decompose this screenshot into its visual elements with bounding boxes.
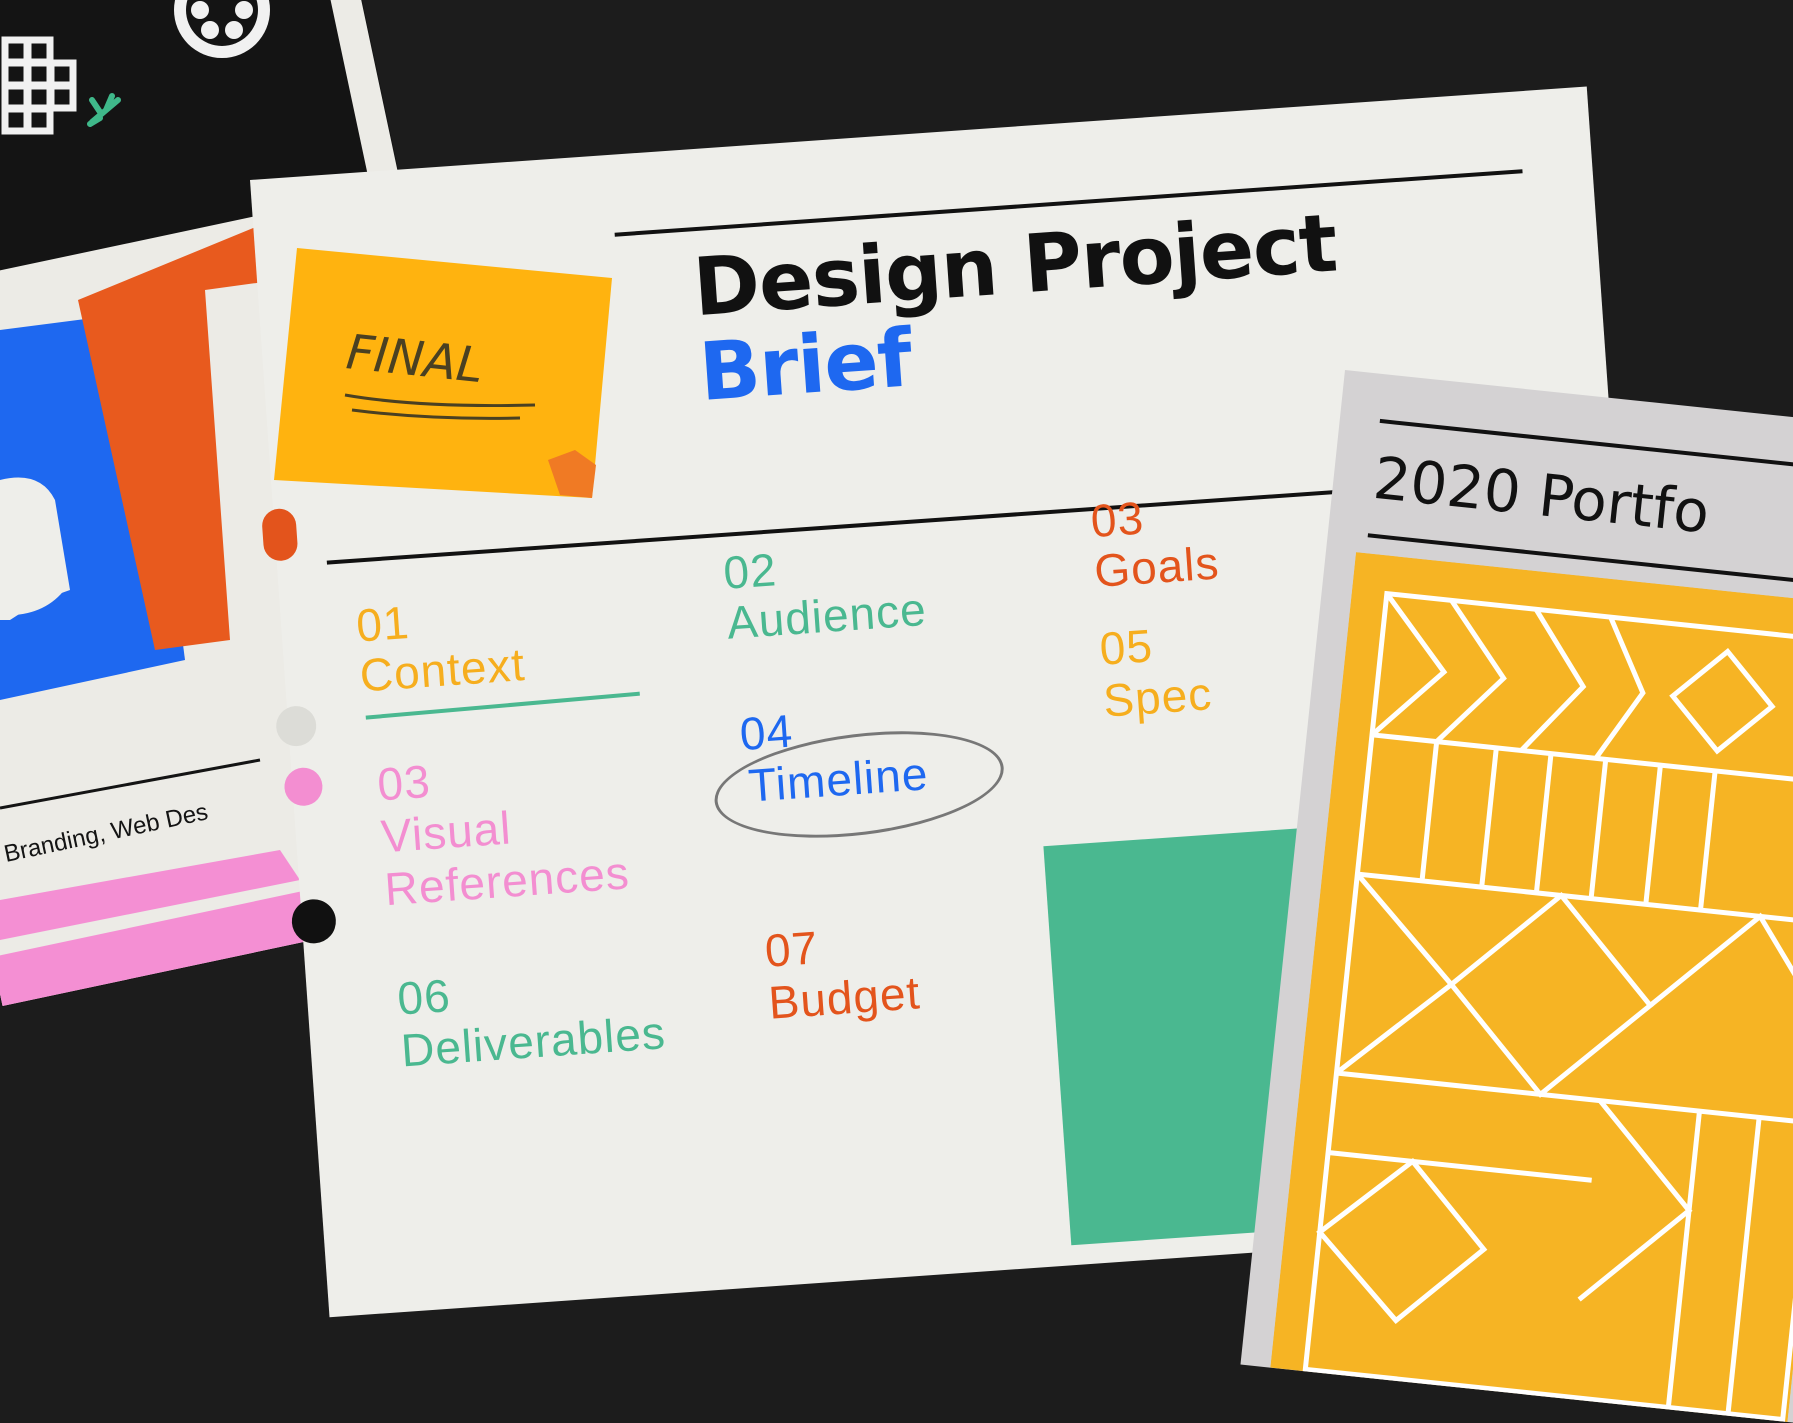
portfolio-pattern [1270, 552, 1793, 1423]
portfolio-title: 2020 Portfo [1370, 443, 1713, 547]
